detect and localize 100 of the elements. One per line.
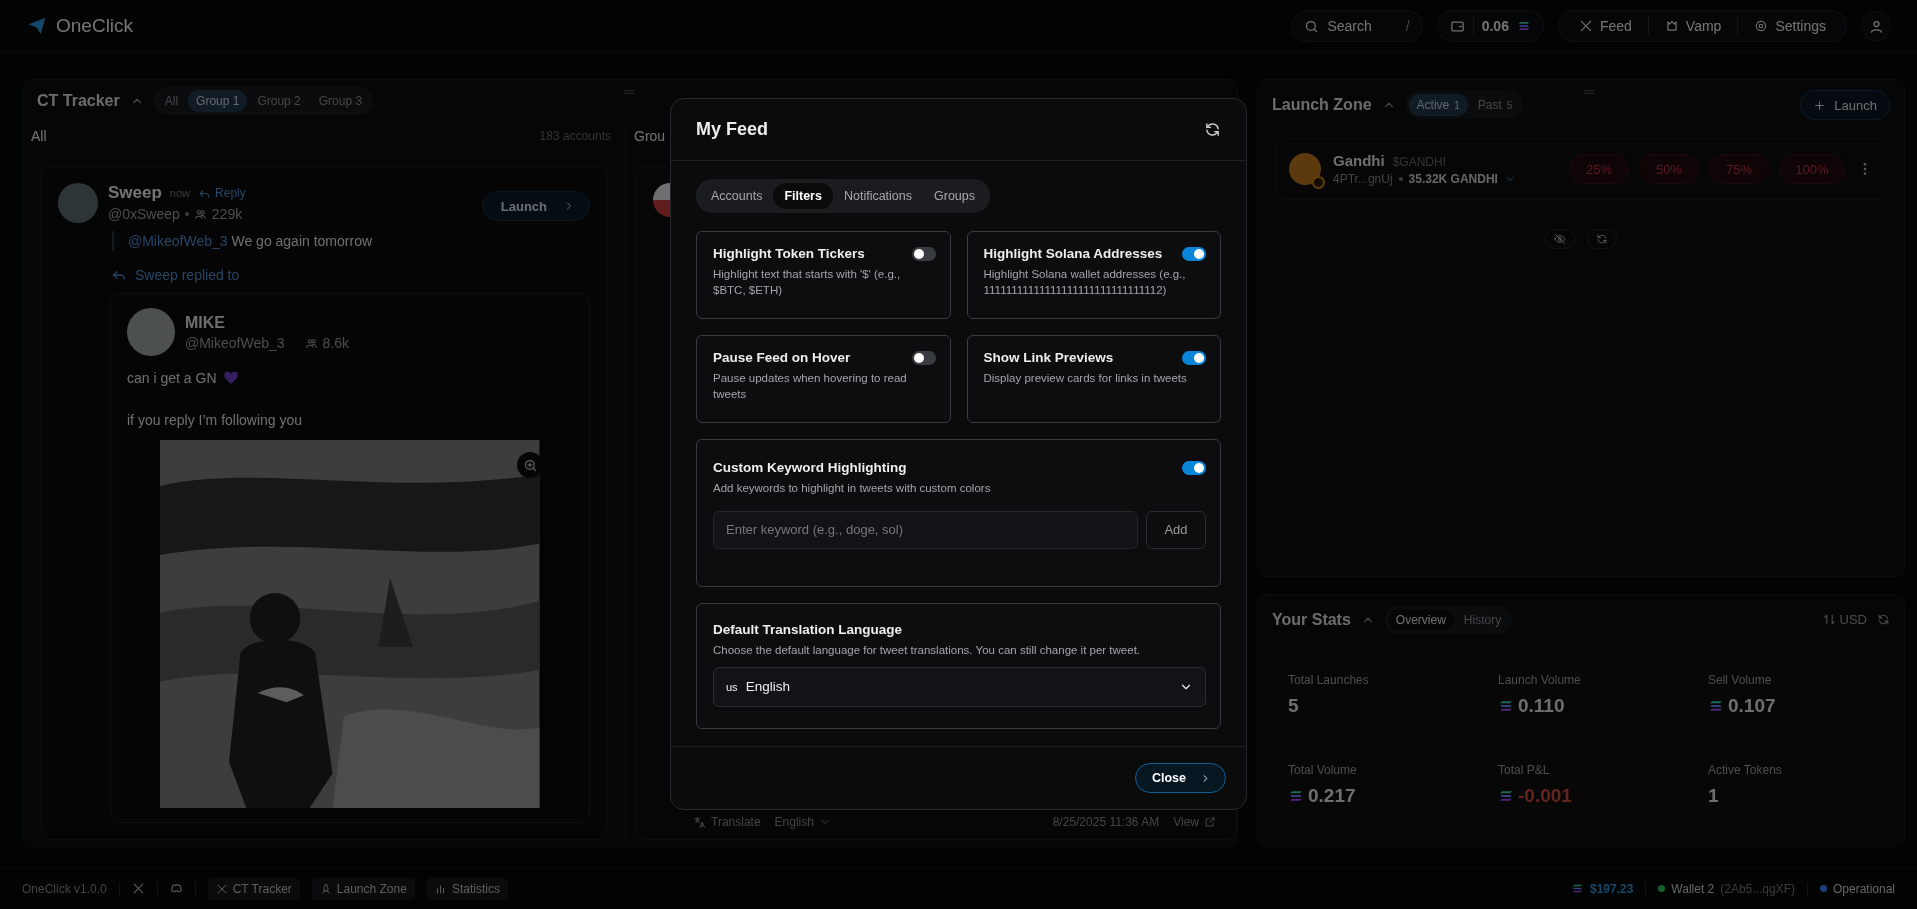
setting-description: Choose the default language for tweet translations. You can still change it per tweet. <box>713 643 1142 658</box>
wallet-icon <box>1449 18 1465 34</box>
token-name: Gandhi <box>1333 152 1385 169</box>
group-tab[interactable]: All <box>156 90 187 112</box>
currency-toggle[interactable]: USD <box>1822 612 1867 627</box>
dialog-tab[interactable]: Groups <box>923 183 987 209</box>
profile-button[interactable] <box>1861 11 1891 41</box>
refresh-icon <box>1596 233 1608 245</box>
x-logo-icon <box>131 882 145 895</box>
tweet-text: can i get a GN <box>127 370 217 386</box>
panel-title: CT Tracker <box>37 92 120 110</box>
solana-icon <box>1498 788 1514 804</box>
follower-count: 8.6k <box>322 335 350 351</box>
search-button[interactable]: Search / <box>1291 10 1423 42</box>
column-title: All <box>31 128 47 144</box>
game-controller-icon <box>169 882 183 895</box>
language-select[interactable]: us English <box>713 666 1206 707</box>
tweet-text: if you reply I’m following you <box>127 412 303 428</box>
plus-icon <box>1813 98 1827 112</box>
heart-icon <box>222 370 239 386</box>
group-tab[interactable]: Group 1 <box>188 90 248 112</box>
author-handle: @MikeofWeb_3 <box>185 335 285 351</box>
status-tab[interactable]: Active 1 <box>1408 94 1468 116</box>
launch-button[interactable]: Launch <box>481 191 590 221</box>
wallet-address: (2Ab5...qgXF) <box>1720 881 1795 896</box>
panel-title: Your Stats <box>1272 610 1351 629</box>
replied-to-label: Sweep replied to <box>135 267 240 283</box>
stat-value: 0.110 <box>1518 695 1565 717</box>
x-logo-icon <box>1578 19 1593 33</box>
balance-value: $197.23 <box>1589 881 1634 896</box>
author-handle: @0xSweep <box>108 206 180 222</box>
app-name: OneClick <box>56 15 134 37</box>
settings-icon <box>1754 19 1769 33</box>
setting-description: Pause updates when hovering to read tweets <box>713 371 908 402</box>
token-address: 4PTr...gnUj <box>1333 172 1393 186</box>
toggle-switch[interactable] <box>1182 350 1206 365</box>
stat-label: Total Volume <box>1288 763 1358 777</box>
solana-icon <box>1288 788 1304 804</box>
nav-button[interactable]: Feed <box>1570 18 1640 34</box>
eye-off-icon <box>1554 233 1566 245</box>
add-button[interactable]: Add <box>1146 510 1206 549</box>
author-name: MIKE <box>185 314 226 332</box>
toggle-switch[interactable] <box>911 246 936 261</box>
stats-tab[interactable]: Overview <box>1387 608 1454 631</box>
solana-icon <box>1498 698 1514 714</box>
toggle-switch[interactable] <box>1182 246 1206 261</box>
followers-icon <box>304 336 318 350</box>
setting-title: Show Link Previews <box>983 350 1114 365</box>
panel-title: Launch Zone <box>1272 96 1372 114</box>
external-link-icon <box>1204 816 1216 828</box>
stats-tab[interactable]: History <box>1455 608 1510 631</box>
close-button[interactable]: Close <box>1134 763 1226 793</box>
dialog-title: My Feed <box>696 119 769 140</box>
column-title: Grou <box>634 128 666 144</box>
status-dot <box>1658 885 1666 892</box>
reply-link[interactable]: Reply <box>198 186 246 200</box>
status-dot <box>1819 885 1827 892</box>
view-link[interactable]: View <box>1173 815 1216 829</box>
language-dropdown[interactable]: English <box>774 815 831 829</box>
group-tab[interactable]: Group 2 <box>249 90 309 112</box>
stat-label: Sell Volume <box>1708 673 1773 687</box>
nav-button[interactable]: Settings <box>1746 18 1834 34</box>
wallet-balance-button[interactable]: 0.06 <box>1436 10 1544 42</box>
x-logo-icon <box>215 882 228 895</box>
stat-value: 0.217 <box>1308 785 1356 807</box>
toggle-switch[interactable] <box>1182 460 1206 475</box>
nav-button[interactable]: Vamp <box>1656 18 1730 34</box>
dialog-tab[interactable]: Notifications <box>832 183 924 209</box>
stat-label: Launch Volume <box>1498 673 1582 687</box>
stat-value: 0.107 <box>1728 695 1776 717</box>
timestamp: 8/25/2025 11:36 AM <box>1052 815 1160 829</box>
toggle-switch[interactable] <box>911 350 936 365</box>
keyword-input[interactable]: Enter keyword (e.g., doge, sol) <box>713 510 1138 549</box>
footer-tab[interactable]: CT Tracker <box>207 877 300 900</box>
group-tab[interactable]: Group 3 <box>310 90 371 112</box>
setting-description: Highlight Solana wallet addresses (e.g., 11111111111111111111111111111112) <box>983 267 1187 298</box>
stat-value: 5 <box>1288 695 1299 717</box>
follower-count: 229k <box>211 206 243 222</box>
setting-title: Pause Feed on Hover <box>713 350 851 365</box>
token-amount: 35.32K GANDHI <box>1408 172 1498 186</box>
setting-title: Custom Keyword Highlighting <box>713 460 907 475</box>
zoom-in-icon <box>522 457 538 473</box>
bar-chart-icon <box>434 882 447 895</box>
author-name: Sweep <box>108 183 162 203</box>
footer-tab[interactable]: Statistics <box>426 877 508 900</box>
refresh-button[interactable] <box>1204 121 1221 138</box>
version-label: OneClick v1.0.0 <box>22 881 107 896</box>
stat-label: Total P&L <box>1498 763 1551 777</box>
translate-button[interactable]: Translate <box>693 815 761 829</box>
separator-dot-icon <box>184 212 189 216</box>
dialog-tab[interactable]: Accounts <box>700 183 774 209</box>
dialog-tab[interactable]: Filters <box>773 183 833 209</box>
stat-label: Total Launches <box>1288 673 1370 687</box>
solana-icon <box>1708 698 1724 714</box>
launch-button[interactable]: Launch <box>1800 90 1890 120</box>
setting-title: Highlight Token Tickers <box>713 246 865 261</box>
stat-value: -0.001 <box>1518 785 1572 807</box>
reply-text: @MikeofWeb_3 We go again tomorrow <box>112 231 590 251</box>
setting-description: Display preview cards for links in tweets <box>983 371 1188 386</box>
footer-tab[interactable]: Launch Zone <box>311 877 415 900</box>
